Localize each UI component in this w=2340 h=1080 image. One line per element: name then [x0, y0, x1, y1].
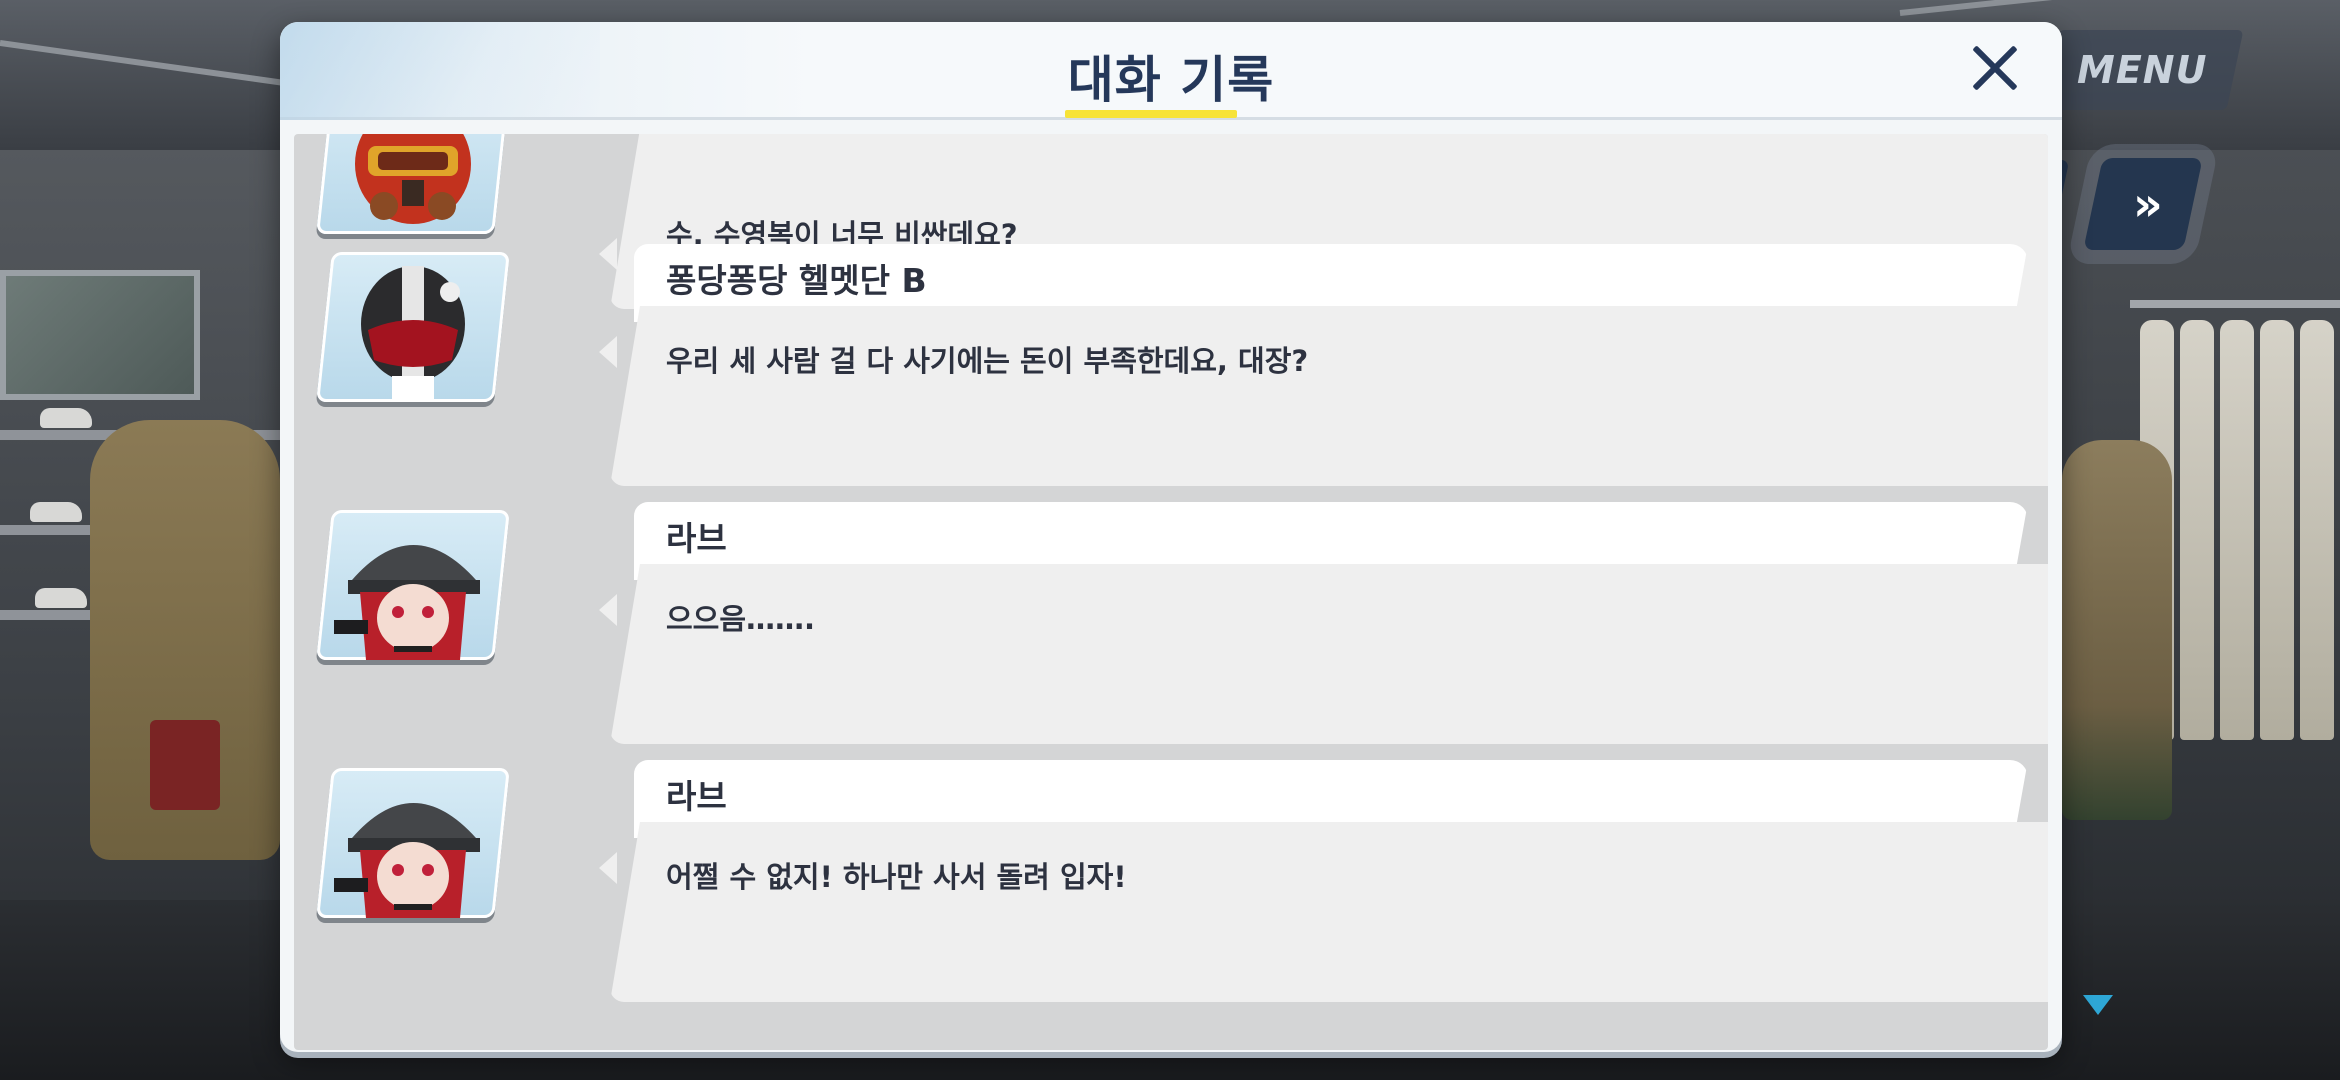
- avatar: [316, 134, 510, 234]
- fast-forward-button[interactable]: »: [2083, 158, 2203, 250]
- hanging-shirt: [2220, 320, 2254, 740]
- close-icon[interactable]: [1962, 36, 2028, 102]
- hanging-shirt: [2300, 320, 2334, 740]
- dialogue-log-panel: 대화 기록 수, 수영복이 너무 비싼데요? 퐁당퐁당 헬멧단 B 우리 세 사…: [280, 22, 2062, 1052]
- list-item: 라브 어쩔 수 없지! 하나만 사서 돌려 입자!: [294, 760, 2048, 1002]
- dialogue-text: 어쩔 수 없지! 하나만 사서 돌려 입자!: [666, 860, 1127, 894]
- dialogue-bubble: [610, 306, 2048, 486]
- log-list[interactable]: 수, 수영복이 너무 비싼데요? 퐁당퐁당 헬멧단 B 우리 세 사람 걸 다 …: [294, 134, 2048, 1050]
- wall-window: [0, 270, 200, 400]
- hanging-shirt: [2260, 320, 2294, 740]
- avatar: [316, 252, 510, 402]
- scroll-down-icon[interactable]: [2083, 995, 2113, 1015]
- bubble-pointer: [599, 594, 617, 626]
- shoe: [35, 588, 87, 608]
- menu-button[interactable]: MENU: [2041, 30, 2244, 110]
- mannequin-right: [2062, 440, 2172, 820]
- shoe: [40, 408, 92, 428]
- bubble-pointer: [599, 336, 617, 368]
- avatar: [316, 510, 510, 660]
- dialogue-bubble: [610, 822, 2048, 1002]
- fast-forward-icon: »: [2133, 177, 2153, 231]
- speaker-name: 라브: [666, 519, 727, 558]
- bubble-pointer: [599, 852, 617, 884]
- shoe: [30, 502, 82, 522]
- list-item: 수, 수영복이 너무 비싼데요?: [294, 134, 2048, 309]
- dialogue-text: 으으음…….: [666, 602, 816, 636]
- clothes-rail: [2130, 300, 2340, 308]
- page-title: 대화 기록: [1067, 51, 1275, 109]
- handbag: [150, 720, 220, 810]
- speaker-name: 라브: [666, 777, 727, 816]
- list-item: 라브 으으음…….: [294, 502, 2048, 744]
- panel-header: 대화 기록: [280, 22, 2062, 120]
- list-item: 퐁당퐁당 헬멧단 B 우리 세 사람 걸 다 사기에는 돈이 부족한데요, 대장…: [294, 244, 2048, 486]
- avatar: [316, 768, 510, 918]
- dialogue-text: 우리 세 사람 걸 다 사기에는 돈이 부족한데요, 대장?: [666, 344, 1309, 378]
- dialogue-bubble: [610, 564, 2048, 744]
- menu-label: MENU: [2077, 48, 2208, 92]
- hanging-shirt: [2180, 320, 2214, 740]
- speaker-name: 퐁당퐁당 헬멧단 B: [666, 261, 927, 300]
- title-underline: [1065, 110, 1237, 118]
